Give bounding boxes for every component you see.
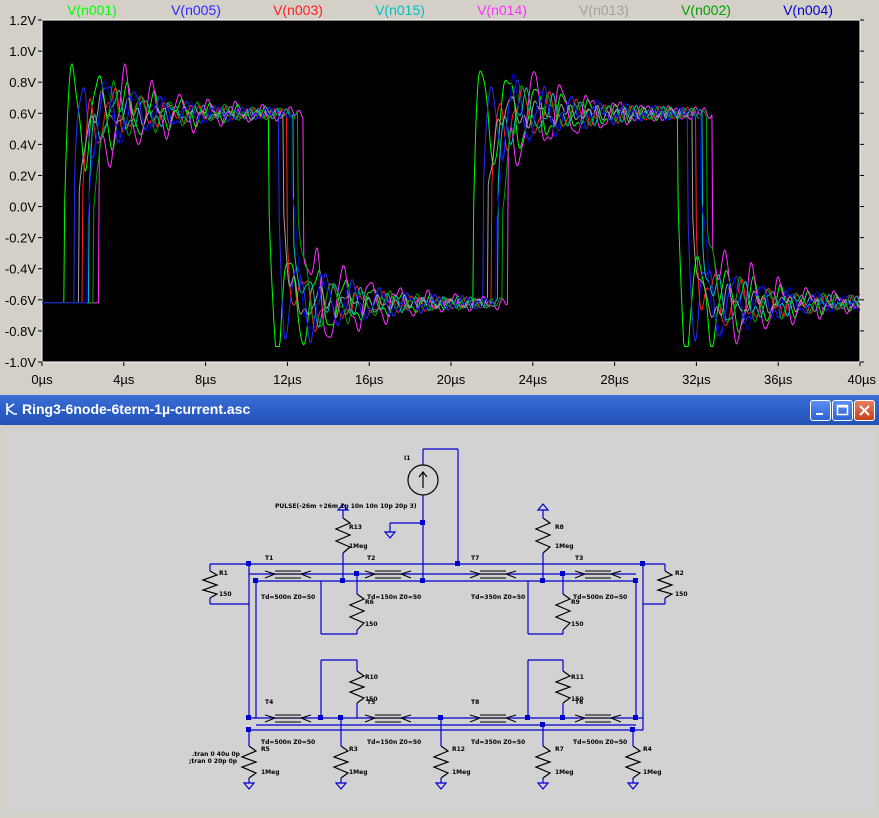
tline-name: T8 bbox=[471, 699, 479, 706]
resistor-value: 1Meg bbox=[452, 769, 471, 776]
resistor-name: R8 bbox=[555, 524, 564, 531]
close-icon bbox=[859, 405, 870, 416]
tline-spec: Td=500n Z0=50 bbox=[261, 594, 315, 601]
tline-spec: Td=500n Z0=50 bbox=[573, 739, 627, 746]
x-tick-label: 24µs bbox=[519, 372, 548, 387]
y-tick-label: 1.2V bbox=[9, 13, 36, 28]
tline-spec: Td=150n Z0=50 bbox=[367, 739, 421, 746]
legend-entry[interactable]: V(n004) bbox=[783, 2, 833, 18]
y-tick-label: 0.4V bbox=[9, 137, 36, 152]
close-button[interactable] bbox=[854, 400, 875, 421]
schematic-canvas[interactable]: I1 PULSE(-26m +26m 1p 10n 10n 10p 20p 3)… bbox=[3, 428, 875, 814]
wires bbox=[209, 448, 666, 783]
resistor-value: 1Meg bbox=[349, 769, 368, 776]
source-label: I1 bbox=[404, 455, 410, 462]
tline-spec: Td=500n Z0=50 bbox=[261, 739, 315, 746]
tline-name: T2 bbox=[367, 555, 375, 562]
tline-name: T1 bbox=[265, 555, 273, 562]
resistor-value: 1Meg bbox=[555, 769, 574, 776]
tline-name: T3 bbox=[575, 555, 583, 562]
resistor-value: 150 bbox=[675, 591, 688, 598]
spice-directive[interactable]: .tran 0 40u 0p bbox=[192, 751, 241, 758]
tline-name: T7 bbox=[471, 555, 479, 562]
schematic-drawing[interactable]: I1 PULSE(-26m +26m 1p 10n 10n 10p 20p 3)… bbox=[3, 428, 875, 814]
tline-spec: Td=350n Z0=50 bbox=[471, 739, 525, 746]
x-tick-label: 0µs bbox=[31, 372, 53, 387]
y-tick-label: 0.8V bbox=[9, 75, 36, 90]
legend-entry[interactable]: V(n001) bbox=[67, 2, 117, 18]
tline-name: T4 bbox=[265, 699, 273, 706]
resistor-value: 1Meg bbox=[349, 543, 368, 550]
title-bar[interactable]: Ring3-6node-6term-1µ-current.asc bbox=[0, 395, 879, 425]
y-tick-label: -0.4V bbox=[5, 262, 36, 277]
x-tick-label: 20µs bbox=[437, 372, 466, 387]
y-tick-label: -0.8V bbox=[5, 324, 36, 339]
resistor-value: 1Meg bbox=[643, 769, 662, 776]
resistor-name: R2 bbox=[675, 570, 684, 577]
junction-dots bbox=[246, 520, 645, 732]
resistor-name: R1 bbox=[219, 570, 228, 577]
y-tick-label: -1.0V bbox=[5, 355, 36, 370]
y-tick-label: -0.6V bbox=[5, 293, 36, 308]
x-tick-label: 32µs bbox=[682, 372, 711, 387]
legend-entry[interactable]: V(n005) bbox=[171, 2, 221, 18]
legend-entry[interactable]: V(n002) bbox=[681, 2, 731, 18]
plot-area[interactable] bbox=[41, 19, 861, 363]
legend-entry[interactable]: V(n014) bbox=[477, 2, 527, 18]
x-tick-label: 36µs bbox=[764, 372, 793, 387]
y-tick-label: 1.0V bbox=[9, 44, 36, 59]
ltspice-icon bbox=[6, 403, 17, 415]
resistor-name: R4 bbox=[643, 746, 652, 753]
resistor-value: 1Meg bbox=[555, 543, 574, 550]
current-source-symbol[interactable] bbox=[407, 464, 439, 496]
y-tick-label: 0.0V bbox=[9, 200, 36, 215]
y-tick-label: -0.2V bbox=[5, 231, 36, 246]
x-tick-label: 8µs bbox=[195, 372, 217, 387]
x-tick-label: 16µs bbox=[355, 372, 384, 387]
tline-name: T5 bbox=[367, 699, 375, 706]
tline-spec: Td=500n Z0=50 bbox=[573, 594, 627, 601]
resistor-name: R10 bbox=[365, 674, 378, 681]
resistor-name: R12 bbox=[452, 746, 465, 753]
resistor-value: 150 bbox=[365, 621, 378, 628]
resistor-name: R5 bbox=[261, 746, 270, 753]
y-tick-label: 0.2V bbox=[9, 168, 36, 183]
legend-entry[interactable]: V(n015) bbox=[375, 2, 425, 18]
resistor-value: 150 bbox=[571, 621, 584, 628]
window-title: Ring3-6node-6term-1µ-current.asc bbox=[22, 401, 251, 417]
maximize-icon bbox=[836, 404, 849, 416]
maximize-button[interactable] bbox=[832, 400, 853, 421]
resistor-name: R13 bbox=[349, 524, 362, 531]
waveform-plot[interactable]: V(n001) V(n005) V(n003) V(n015) V(n014) V(n01… bbox=[0, 0, 879, 392]
x-tick-label: 40µs bbox=[848, 372, 877, 387]
resistor-value: 150 bbox=[219, 591, 232, 598]
tline-spec: Td=150n Z0=50 bbox=[367, 594, 421, 601]
spice-directive-comment[interactable]: ;tran 0 20p 0p bbox=[189, 758, 238, 765]
schematic-window[interactable]: Ring3-6node-6term-1µ-current.asc I1 PULS… bbox=[0, 395, 879, 817]
x-tick-label: 28µs bbox=[600, 372, 629, 387]
source-value: PULSE(-26m +26m 1p 10n 10n 10p 20p 3) bbox=[275, 503, 417, 510]
waveform-viewer[interactable]: V(n001) V(n005) V(n003) V(n015) V(n014) V(n01… bbox=[0, 0, 879, 392]
tline-name: T6 bbox=[575, 699, 583, 706]
resistor-value: 1Meg bbox=[261, 769, 280, 776]
legend-entry[interactable]: V(n003) bbox=[273, 2, 323, 18]
resistor-name: R7 bbox=[555, 746, 564, 753]
minimize-button[interactable] bbox=[810, 400, 831, 421]
y-tick-label: 0.6V bbox=[9, 106, 36, 121]
x-tick-label: 12µs bbox=[273, 372, 302, 387]
tline-spec: Td=350n Z0=50 bbox=[471, 594, 525, 601]
resistor-name: R3 bbox=[349, 746, 358, 753]
legend-entry[interactable]: V(n013) bbox=[579, 2, 629, 18]
minimize-icon bbox=[816, 413, 823, 415]
x-tick-label: 4µs bbox=[113, 372, 135, 387]
resistor-name: R11 bbox=[571, 674, 584, 681]
